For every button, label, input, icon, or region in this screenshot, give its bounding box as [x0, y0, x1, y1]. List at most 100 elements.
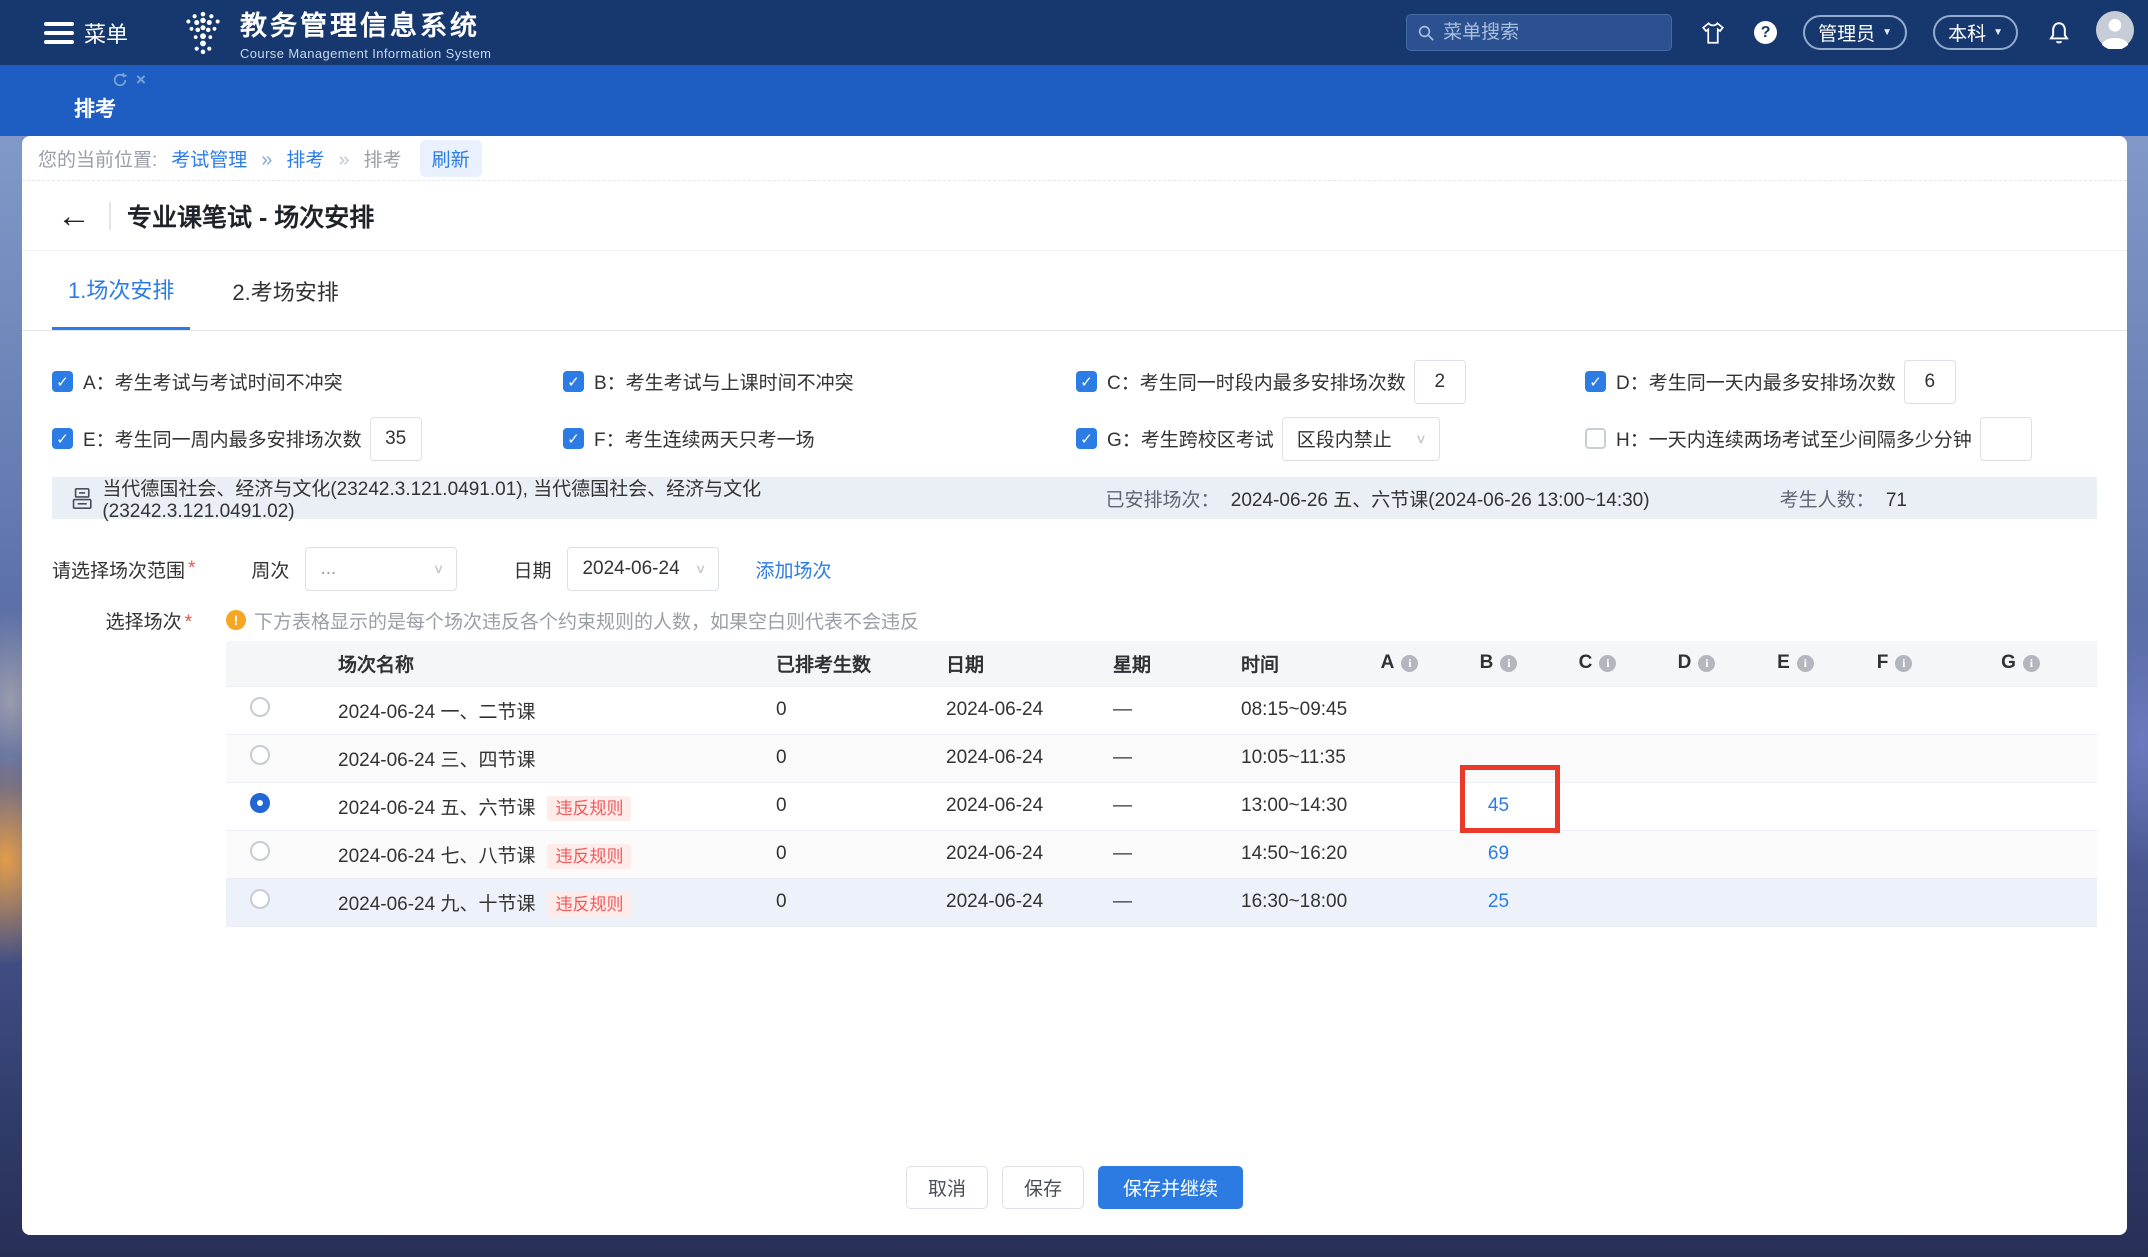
rule-B-value-cell: 25: [1449, 878, 1548, 926]
rule-B-checkbox[interactable]: ✓: [563, 371, 584, 392]
rule-D-value-cell: [1647, 782, 1746, 830]
app-logo-icon: [180, 10, 226, 56]
violation-count-link[interactable]: 45: [1488, 795, 1509, 816]
rule-G-value-cell: [1944, 830, 2097, 878]
session-row[interactable]: 2024-06-24 九、十节课违反规则02024-06-24—16:30~18…: [226, 878, 2097, 926]
rule-D-checkbox[interactable]: ✓: [1585, 371, 1606, 392]
scheduled-cell: 0: [760, 734, 930, 782]
session-name-cell: 2024-06-24 三、四节课: [310, 734, 760, 782]
rule-letter-label: G: [2001, 652, 2016, 674]
rule-E-checkbox[interactable]: ✓: [52, 428, 73, 449]
date-cell: 2024-06-24: [930, 830, 1105, 878]
info-icon[interactable]: i: [1895, 655, 1912, 672]
rule-D-input[interactable]: [1904, 360, 1956, 404]
session-select-row: 选择场次* ! 下方表格显示的是每个场次违反各个约束规则的人数，如果空白则代表不…: [22, 607, 2127, 633]
step-tab-1[interactable]: 1.场次安排: [52, 251, 190, 330]
info-icon[interactable]: i: [1698, 655, 1715, 672]
rule-F-checkbox[interactable]: ✓: [563, 428, 584, 449]
violation-count-link[interactable]: 69: [1488, 843, 1509, 864]
back-arrow-icon[interactable]: ←: [57, 199, 91, 233]
session-row[interactable]: 2024-06-24 五、六节课违反规则02024-06-24—13:00~14…: [226, 782, 2097, 830]
rule-C-checkbox[interactable]: ✓: [1076, 371, 1097, 392]
chevron-down-icon: ∨: [1415, 431, 1427, 447]
date-cell: 2024-06-24: [930, 782, 1105, 830]
session-row[interactable]: 2024-06-24 三、四节课02024-06-24—10:05~11:35: [226, 734, 2097, 782]
rule-A-checkbox[interactable]: ✓: [52, 371, 73, 392]
course-icon: [72, 487, 92, 510]
rule-G-value-cell: [1944, 782, 2097, 830]
date-cell: 2024-06-24: [930, 878, 1105, 926]
info-icon[interactable]: i: [1401, 655, 1418, 672]
breadcrumb-prefix: 您的当前位置:: [38, 145, 157, 172]
rule-H-checkbox[interactable]: [1585, 428, 1606, 449]
rule-column-header-C: Ci: [1548, 641, 1647, 686]
rule-E-value-cell: [1746, 830, 1845, 878]
rule-letter-label: C: [1579, 652, 1593, 674]
refresh-button[interactable]: 刷新: [420, 140, 482, 177]
breadcrumb-item[interactable]: 排考: [286, 150, 324, 171]
search-input[interactable]: [1443, 22, 1653, 44]
violation-count-link[interactable]: 25: [1488, 891, 1509, 912]
hamburger-menu-icon[interactable]: [44, 22, 74, 44]
date-select[interactable]: 2024-06-24 ∨: [567, 547, 719, 591]
rule-B: ✓B：考生考试与上课时间不冲突: [563, 368, 1076, 395]
rule-E: ✓E：考生同一周内最多安排场次数: [52, 417, 563, 461]
scheduled-sessions-value: 2024-06-26 五、六节课(2024-06-26 13:00~14:30): [1231, 490, 1650, 511]
rule-G-select[interactable]: 区段内禁止∨: [1282, 417, 1440, 461]
date-label: 日期: [513, 556, 551, 583]
session-radio-selected[interactable]: [250, 793, 270, 813]
session-radio[interactable]: [250, 745, 270, 765]
rule-C-input[interactable]: [1414, 360, 1466, 404]
session-row[interactable]: 2024-06-24 一、二节课02024-06-24—08:15~09:45: [226, 686, 2097, 734]
scope-pill-label: 本科: [1948, 19, 1986, 46]
rule-G-checkbox[interactable]: ✓: [1076, 428, 1097, 449]
time-cell: 14:50~16:20: [1225, 830, 1350, 878]
breadcrumb-item[interactable]: 考试管理: [171, 150, 247, 171]
active-page-tab[interactable]: 排考: [74, 93, 116, 123]
theme-shirt-icon[interactable]: [1700, 20, 1726, 46]
session-radio[interactable]: [250, 697, 270, 717]
rule-E-input[interactable]: [370, 417, 422, 461]
scope-pill[interactable]: 本科 ▼: [1933, 15, 2018, 50]
rule-F-value-cell: [1845, 878, 1944, 926]
rule-letter-label: B: [1480, 652, 1494, 674]
tab-refresh-icon[interactable]: [112, 72, 128, 88]
session-radio[interactable]: [250, 889, 270, 909]
rule-H-input[interactable]: [1980, 417, 2032, 461]
role-pill[interactable]: 管理员 ▼: [1803, 15, 1907, 50]
help-icon[interactable]: ?: [1754, 21, 1777, 44]
info-icon[interactable]: i: [1599, 655, 1616, 672]
session-row[interactable]: 2024-06-24 七、八节课违反规则02024-06-24—14:50~16…: [226, 830, 2097, 878]
column-header: 日期: [930, 641, 1105, 686]
week-select[interactable]: ... ∨: [305, 547, 457, 591]
cancel-button[interactable]: 取消: [906, 1166, 988, 1209]
rule-H-label: H：一天内连续两场考试至少间隔多少分钟: [1616, 425, 1972, 452]
radio-cell: [226, 878, 310, 926]
session-select-hint: 下方表格显示的是每个场次违反各个约束规则的人数，如果空白则代表不会违反: [254, 607, 919, 634]
rule-G: ✓G：考生跨校区考试区段内禁止∨: [1076, 417, 1585, 461]
session-name: 2024-06-24 五、六节课: [338, 798, 535, 819]
rule-C: ✓C：考生同一时段内最多安排场次数: [1076, 360, 1585, 404]
rule-column-header-E: Ei: [1746, 641, 1845, 686]
radio-cell: [226, 734, 310, 782]
rule-B-value-cell: [1449, 686, 1548, 734]
session-radio[interactable]: [250, 841, 270, 861]
date-cell: 2024-06-24: [930, 686, 1105, 734]
rule-H: H：一天内连续两场考试至少间隔多少分钟: [1585, 417, 2097, 461]
user-avatar[interactable]: [2096, 11, 2134, 55]
rule-B-value-cell: 45: [1449, 782, 1548, 830]
chevron-down-icon: ∨: [433, 561, 445, 577]
tab-close-icon[interactable]: ×: [136, 71, 146, 88]
rule-letter-label: A: [1381, 652, 1395, 674]
add-session-link[interactable]: 添加场次: [755, 556, 831, 583]
constraint-rules: ✓A：考生考试与考试时间不冲突✓B：考生考试与上课时间不冲突✓C：考生同一时段内…: [22, 331, 2127, 467]
notification-bell-icon[interactable]: [2046, 20, 2072, 46]
save-button[interactable]: 保存: [1002, 1166, 1084, 1209]
save-and-continue-button[interactable]: 保存并继续: [1098, 1166, 1243, 1209]
session-name-cell: 2024-06-24 一、二节课: [310, 686, 760, 734]
info-icon[interactable]: i: [2023, 655, 2040, 672]
menu-label[interactable]: 菜单: [84, 17, 128, 49]
step-tab-2[interactable]: 2.考场安排: [216, 251, 354, 330]
info-icon[interactable]: i: [1797, 655, 1814, 672]
info-icon[interactable]: i: [1500, 655, 1517, 672]
